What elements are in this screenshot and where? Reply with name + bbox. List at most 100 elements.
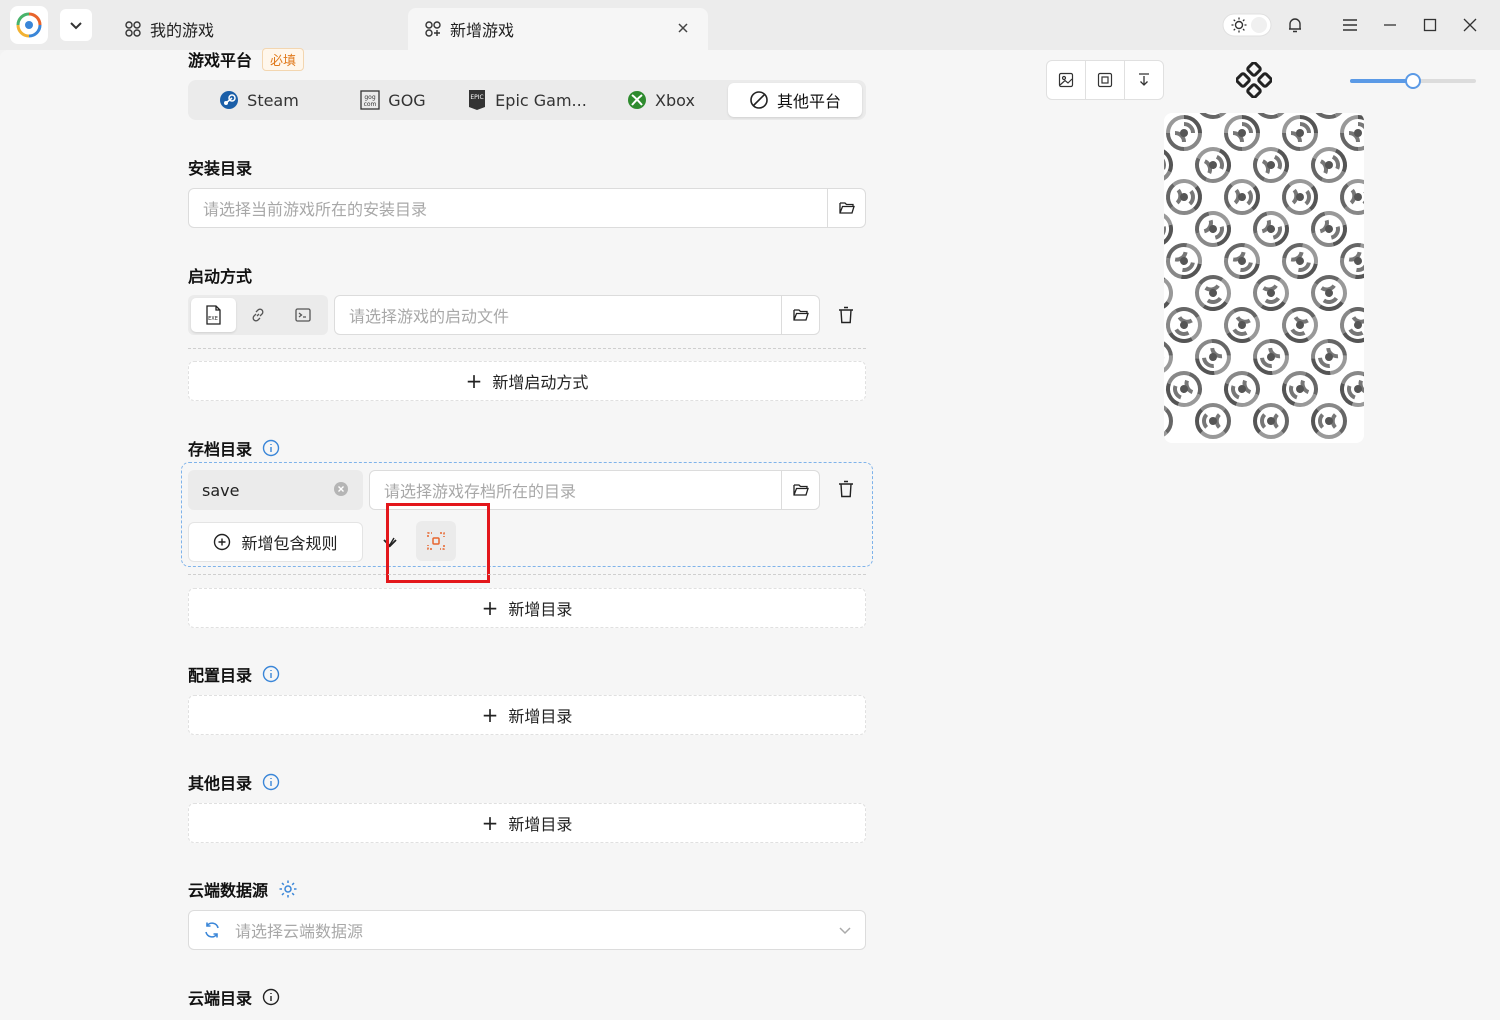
add-config-dir-label: 新增目录	[508, 707, 573, 726]
terminal-icon	[295, 308, 311, 322]
refresh-icon[interactable]	[189, 921, 235, 939]
add-include-rule-button[interactable]: 新增包含规则	[188, 522, 363, 562]
save-dir-name-input[interactable]: save	[188, 470, 363, 510]
cover-pattern-icon	[1164, 398, 1178, 443]
platform-option-gog[interactable]: gog com GOG	[326, 83, 460, 117]
gamepad-icon[interactable]	[1234, 60, 1274, 100]
other-dir-label-text: 其他目录	[188, 774, 253, 793]
epic-games-icon: EPIC	[467, 89, 487, 111]
cover-pattern-icon	[1224, 115, 1260, 151]
folder-open-icon[interactable]	[781, 296, 819, 334]
plus-icon: +	[481, 596, 499, 620]
launch-type-exe[interactable]: EXE	[191, 298, 236, 332]
highlight-box	[386, 503, 490, 583]
cover-pattern-icon	[1247, 113, 1295, 125]
cover-pattern-icon	[1219, 366, 1265, 412]
menu-dropdown-button[interactable]	[60, 9, 92, 41]
close-window-icon[interactable]	[1456, 10, 1484, 40]
add-include-rule-label: 新增包含规则	[241, 534, 338, 553]
add-launch-button[interactable]: + 新增启动方式	[188, 361, 866, 401]
cloud-source-placeholder: 请选择云端数据源	[235, 922, 364, 941]
cloud-source-label-text: 云端数据源	[188, 881, 269, 900]
download-icon[interactable]	[1125, 61, 1163, 99]
cover-pattern-icon	[1164, 141, 1179, 189]
info-icon[interactable]	[262, 665, 280, 683]
cover-pattern-icon	[1164, 337, 1175, 377]
cover-pattern-icon	[1166, 115, 1202, 151]
folder-open-icon[interactable]	[827, 189, 865, 227]
cover-pattern-icon	[1275, 172, 1325, 222]
platform-option-label: Epic Gam...	[495, 90, 587, 110]
cover-pattern-icon	[1335, 366, 1364, 412]
maximize-icon[interactable]	[1416, 10, 1444, 40]
platform-option-epic[interactable]: EPIC Epic Gam...	[460, 83, 594, 117]
cloud-source-select[interactable]: 请选择云端数据源	[188, 910, 866, 950]
cover-pattern-icon	[1307, 207, 1351, 251]
cover-pattern-icon	[1190, 398, 1235, 443]
zoom-slider[interactable]	[1350, 72, 1476, 90]
add-save-dir-button[interactable]: + 新增目录	[188, 588, 866, 628]
cover-pattern-icon	[1189, 113, 1237, 125]
slider-thumb[interactable]	[1405, 73, 1421, 89]
grid-icon	[124, 20, 142, 38]
game-cover-image[interactable]	[1164, 113, 1364, 443]
info-icon[interactable]	[262, 439, 280, 457]
install-dir-label-text: 安装目录	[188, 159, 253, 178]
plus-icon: +	[481, 703, 499, 727]
cover-pattern-icon	[1337, 240, 1364, 282]
launch-type-terminal[interactable]	[280, 298, 325, 332]
close-tab-icon[interactable]	[676, 20, 690, 39]
cover-pattern-icon	[1333, 172, 1364, 222]
clear-circle-icon[interactable]	[333, 481, 349, 501]
platform-option-other[interactable]: 其他平台	[728, 83, 862, 117]
platform-option-xbox[interactable]: Xbox	[594, 83, 728, 117]
minimize-icon[interactable]	[1376, 10, 1404, 40]
cover-pattern-icon	[1218, 301, 1266, 349]
add-save-dir-label: 新增目录	[508, 600, 573, 619]
folder-open-icon[interactable]	[781, 471, 819, 509]
platform-option-label: Xbox	[655, 90, 695, 110]
frame-icon[interactable]	[1086, 61, 1125, 99]
steam-icon	[219, 90, 239, 110]
add-launch-label: 新增启动方式	[492, 373, 589, 392]
cover-pattern-icon	[1164, 207, 1177, 251]
delete-save-dir-icon[interactable]	[830, 473, 862, 505]
hamburger-menu-icon[interactable]	[1336, 10, 1364, 40]
other-dir-label: 其他目录	[188, 770, 280, 794]
cover-pattern-icon	[1305, 141, 1353, 189]
svg-text:EPIC: EPIC	[470, 94, 483, 101]
launch-label-text: 启动方式	[188, 267, 253, 286]
platform-option-steam[interactable]: Steam	[192, 83, 326, 117]
plus-circle-icon	[213, 533, 231, 551]
grid-plus-icon	[424, 20, 442, 38]
save-dir-label: 存档目录	[188, 436, 280, 460]
app-logo-icon[interactable]	[10, 6, 48, 44]
save-dir-label-text: 存档目录	[188, 440, 253, 459]
launch-file-input[interactable]: 请选择游戏的启动文件	[334, 295, 820, 335]
tab-label: 新增游戏	[450, 21, 515, 40]
launch-type-link[interactable]	[236, 298, 281, 332]
delete-launch-icon[interactable]	[830, 299, 862, 331]
cover-pattern-icon	[1246, 268, 1296, 318]
platform-option-label: Steam	[247, 90, 299, 110]
image-icon[interactable]	[1047, 61, 1086, 99]
svg-text:gog: gog	[365, 94, 376, 101]
add-other-dir-button[interactable]: + 新增目录	[188, 803, 866, 843]
cover-pattern-icon	[1304, 268, 1354, 318]
divider	[188, 348, 866, 349]
tab-my-games[interactable]: 我的游戏	[124, 8, 404, 50]
add-config-dir-button[interactable]: + 新增目录	[188, 695, 866, 735]
bell-icon[interactable]	[1282, 10, 1308, 40]
install-dir-input[interactable]: 请选择当前游戏所在的安装目录	[188, 188, 866, 228]
info-icon[interactable]	[262, 988, 280, 1006]
settings-gear-icon[interactable]	[278, 879, 298, 899]
save-dir-placeholder: 请选择游戏存档所在的目录	[384, 482, 577, 501]
tab-label: 我的游戏	[150, 21, 215, 40]
save-dir-name-value: save	[202, 480, 240, 500]
info-icon[interactable]	[262, 773, 280, 791]
cover-pattern-icon	[1221, 240, 1263, 282]
slider-fill	[1350, 79, 1413, 83]
tab-add-game[interactable]: 新增游戏	[408, 8, 708, 50]
cover-pattern-icon	[1164, 240, 1205, 282]
theme-toggle[interactable]	[1222, 10, 1272, 40]
